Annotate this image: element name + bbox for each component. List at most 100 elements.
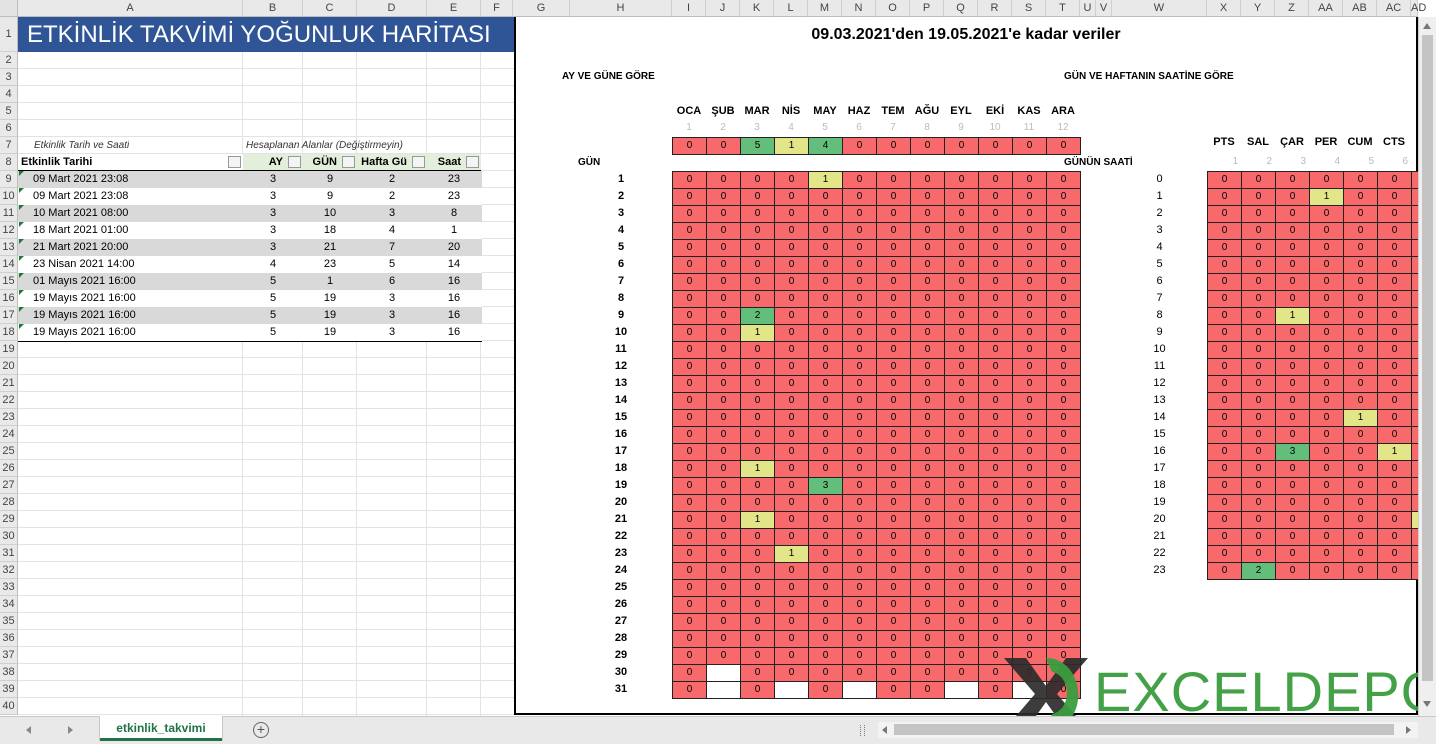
heatmap-cell[interactable]: 0 xyxy=(1241,443,1276,461)
heatmap-cell[interactable]: 0 xyxy=(910,545,945,563)
heatmap-cell[interactable]: 0 xyxy=(1309,358,1344,376)
table-header-1[interactable]: Etkinlik Tarihi xyxy=(18,154,243,171)
heatmap-cell[interactable]: 0 xyxy=(1377,341,1412,359)
heatmap-cell[interactable]: 0 xyxy=(1207,307,1242,325)
heatmap-cell[interactable]: 0 xyxy=(1241,239,1276,257)
heatmap-cell[interactable]: 0 xyxy=(1343,477,1378,495)
heatmap-cell[interactable]: 0 xyxy=(672,341,707,359)
heatmap-cell[interactable]: 0 xyxy=(978,579,1013,597)
row-header[interactable]: 16 xyxy=(0,290,18,307)
heatmap-cell[interactable]: 0 xyxy=(706,562,741,580)
column-header[interactable]: S xyxy=(1012,0,1046,17)
heatmap-cell[interactable]: 0 xyxy=(944,528,979,546)
heatmap-cell[interactable]: 0 xyxy=(842,443,877,461)
table-cell[interactable]: 10 xyxy=(303,205,357,222)
heatmap-cell[interactable]: 0 xyxy=(1046,630,1081,648)
heatmap-cell[interactable]: 0 xyxy=(1207,256,1242,274)
heatmap-cell[interactable]: 1 xyxy=(740,460,775,478)
row-header[interactable]: 6 xyxy=(0,120,18,137)
heatmap-cell[interactable]: 0 xyxy=(944,375,979,393)
heatmap-cell[interactable]: 0 xyxy=(842,290,877,308)
column-header[interactable]: E xyxy=(427,0,481,17)
heatmap-cell[interactable]: 0 xyxy=(910,630,945,648)
table-cell[interactable]: 2 xyxy=(357,171,427,188)
heatmap-cell[interactable]: 0 xyxy=(808,511,843,529)
heatmap-cell[interactable]: 0 xyxy=(1241,307,1276,325)
heatmap-cell[interactable]: 0 xyxy=(1241,358,1276,376)
heatmap-cell[interactable]: 0 xyxy=(706,528,741,546)
heatmap-cell[interactable]: 0 xyxy=(1207,528,1242,546)
heatmap-cell[interactable]: 0 xyxy=(842,562,877,580)
row-header[interactable]: 37 xyxy=(0,647,18,664)
heatmap-cell[interactable]: 0 xyxy=(910,205,945,223)
heatmap-cell[interactable]: 0 xyxy=(808,341,843,359)
heatmap-cell[interactable]: 0 xyxy=(1046,579,1081,597)
heatmap-cell[interactable]: 0 xyxy=(706,545,741,563)
heatmap-cell[interactable]: 0 xyxy=(944,647,979,665)
heatmap-cell[interactable]: 0 xyxy=(978,205,1013,223)
heatmap-cell[interactable]: 0 xyxy=(910,579,945,597)
row-header[interactable]: 8 xyxy=(0,154,18,171)
heatmap-cell[interactable]: 0 xyxy=(944,273,979,291)
row-header[interactable]: 10 xyxy=(0,188,18,205)
heatmap-cell[interactable]: 0 xyxy=(1046,222,1081,240)
heatmap-cell[interactable]: 0 xyxy=(910,460,945,478)
heatmap-cell[interactable]: 0 xyxy=(1046,494,1081,512)
heatmap-cell[interactable]: 0 xyxy=(876,205,911,223)
heatmap-cell[interactable]: 0 xyxy=(740,528,775,546)
table-cell[interactable]: 23 xyxy=(427,171,481,188)
heatmap-cell[interactable]: 0 xyxy=(910,681,945,699)
heatmap-cell[interactable]: 0 xyxy=(910,256,945,274)
table-cell[interactable]: 3 xyxy=(243,239,303,256)
heatmap-cell[interactable]: 0 xyxy=(706,341,741,359)
heatmap-cell[interactable]: 0 xyxy=(706,222,741,240)
heatmap-cell[interactable]: 0 xyxy=(1309,222,1344,240)
heatmap-cell[interactable]: 0 xyxy=(706,205,741,223)
heatmap-cell[interactable]: 0 xyxy=(808,460,843,478)
heatmap-cell[interactable]: 0 xyxy=(740,545,775,563)
heatmap-cell[interactable]: 0 xyxy=(944,443,979,461)
table-cell[interactable]: 21 xyxy=(303,239,357,256)
heatmap-cell[interactable]: 0 xyxy=(740,341,775,359)
heatmap-cell[interactable]: 0 xyxy=(978,307,1013,325)
heatmap-cell[interactable]: 0 xyxy=(774,664,809,682)
heatmap-cell[interactable]: 0 xyxy=(876,256,911,274)
heatmap-cell[interactable]: 0 xyxy=(808,222,843,240)
row-header[interactable]: 23 xyxy=(0,409,18,426)
heatmap-cell[interactable]: 0 xyxy=(842,205,877,223)
column-header[interactable]: I xyxy=(672,0,706,17)
heatmap-cell[interactable]: 0 xyxy=(1275,460,1310,478)
heatmap-cell[interactable]: 0 xyxy=(910,443,945,461)
heatmap-cell[interactable]: 0 xyxy=(978,375,1013,393)
heatmap-cell[interactable]: 1 xyxy=(1343,409,1378,427)
heatmap-cell[interactable]: 0 xyxy=(672,596,707,614)
heatmap-cell[interactable]: 0 xyxy=(1343,273,1378,291)
heatmap-cell[interactable]: 0 xyxy=(808,630,843,648)
heatmap-cell[interactable]: 0 xyxy=(1343,290,1378,308)
month-total-cell[interactable]: 0 xyxy=(1012,137,1047,155)
heatmap-cell[interactable]: 0 xyxy=(1012,545,1047,563)
heatmap-cell[interactable]: 0 xyxy=(978,171,1013,189)
heatmap-cell[interactable]: 0 xyxy=(1241,494,1276,512)
heatmap-cell[interactable] xyxy=(774,681,809,699)
heatmap-cell[interactable]: 0 xyxy=(1377,222,1412,240)
heatmap-cell[interactable]: 0 xyxy=(774,613,809,631)
table-cell[interactable]: 5 xyxy=(243,273,303,290)
heatmap-cell[interactable]: 0 xyxy=(672,647,707,665)
month-total-cell[interactable]: 0 xyxy=(1046,137,1081,155)
tab-split-handle-icon[interactable] xyxy=(860,725,865,736)
heatmap-cell[interactable]: 0 xyxy=(1241,545,1276,563)
heatmap-cell[interactable]: 0 xyxy=(808,188,843,206)
heatmap-cell[interactable]: 0 xyxy=(1343,545,1378,563)
heatmap-cell[interactable]: 0 xyxy=(672,511,707,529)
heatmap-cell[interactable]: 0 xyxy=(774,596,809,614)
heatmap-cell[interactable]: 0 xyxy=(1046,545,1081,563)
heatmap-cell[interactable]: 0 xyxy=(706,426,741,444)
scroll-down-arrow-icon[interactable] xyxy=(1423,701,1431,707)
heatmap-cell[interactable]: 0 xyxy=(842,426,877,444)
heatmap-cell[interactable]: 0 xyxy=(978,409,1013,427)
heatmap-cell[interactable]: 0 xyxy=(842,375,877,393)
heatmap-cell[interactable]: 0 xyxy=(944,358,979,376)
heatmap-cell[interactable]: 0 xyxy=(774,494,809,512)
heatmap-cell[interactable]: 0 xyxy=(672,256,707,274)
